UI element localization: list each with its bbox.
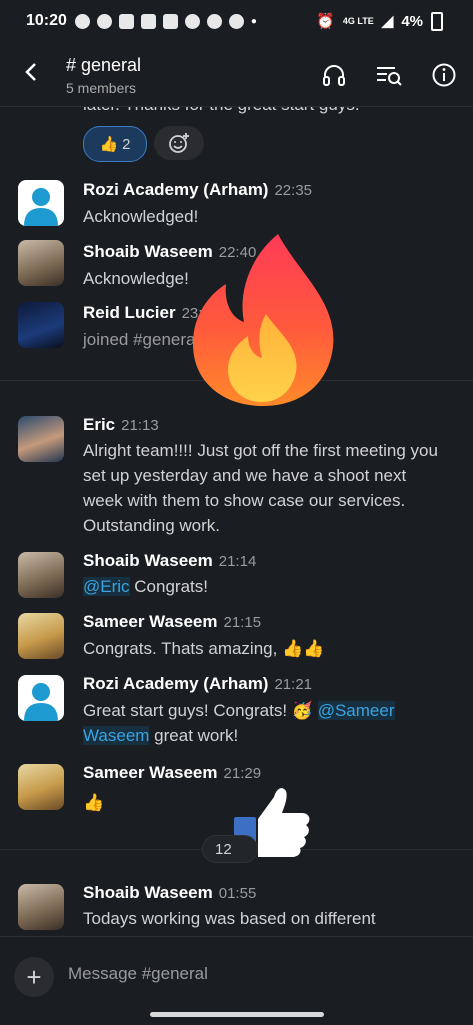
message-time: 21:29 [223, 765, 262, 782]
facebook-icon [206, 13, 222, 29]
avatar[interactable] [18, 302, 64, 348]
system-status: ⏰ 4G LTE ◢ 4% [316, 0, 443, 42]
add-reaction-icon [169, 133, 189, 153]
channel-title[interactable]: # general [66, 55, 141, 76]
message-time: 21:15 [223, 614, 262, 631]
notification-icons: ● [74, 13, 257, 29]
message-time: 01:55 [218, 885, 257, 902]
message-text-partial: later. Thanks for the great start guys. [83, 107, 443, 117]
sender-name[interactable]: Shoaib Waseem 01:55 [83, 883, 256, 903]
app-icon [228, 13, 244, 29]
message-input[interactable]: Message #general [68, 964, 208, 984]
message-text: Alright team!!!! Just got off the first … [83, 441, 438, 535]
battery-icon [431, 11, 443, 31]
message-time: 21:14 [218, 553, 257, 570]
avatar[interactable] [18, 552, 64, 598]
avatar[interactable] [18, 240, 64, 286]
messenger-icon [96, 13, 112, 29]
battery-label: 4% [401, 12, 423, 30]
message-text: Great start guys! Congrats! 🥳 @Sameer Wa… [83, 701, 395, 745]
reaction-count: 2 [122, 135, 131, 153]
signal-icon: ◢ [381, 13, 394, 30]
message-text: Congrats. Thats amazing, 👍👍 [83, 639, 325, 658]
status-bar: 10:20 ● ⏰ 4G LTE ◢ 4% [0, 0, 473, 42]
message-time: 21:13 [121, 417, 159, 434]
search-messages-icon[interactable] [375, 62, 402, 88]
thumbs-up-reaction[interactable]: 👍 2 [83, 126, 147, 162]
add-attachment-button[interactable]: + [14, 957, 54, 997]
more-dot-icon: ● [250, 15, 257, 27]
status-time: 10:20 [26, 12, 67, 29]
slack-icon [162, 13, 178, 29]
thumbs-up-icon: 👍 [99, 136, 119, 153]
avatar[interactable] [18, 180, 64, 226]
info-icon[interactable] [431, 62, 457, 88]
user-mention[interactable]: @Eric [83, 577, 130, 596]
message-time: 22:35 [274, 182, 313, 199]
sender-name[interactable]: Sameer Waseem 21:15 [83, 612, 261, 632]
avatar[interactable] [18, 416, 64, 462]
headphones-icon[interactable] [321, 62, 347, 88]
fire-sticker-icon [188, 232, 338, 413]
channel-header: # general 5 members [0, 42, 473, 107]
sender-name[interactable]: Sameer Waseem 21:29 [83, 763, 261, 783]
avatar[interactable] [18, 613, 64, 659]
whatsapp-icon [74, 13, 90, 29]
back-arrow-icon[interactable] [22, 60, 42, 84]
alarm-icon: ⏰ [316, 13, 335, 30]
member-count[interactable]: 5 members [66, 80, 136, 96]
slack-icon [118, 13, 134, 29]
unread-count-badge[interactable]: 12 [202, 835, 258, 863]
add-reaction-button[interactable] [154, 126, 204, 160]
network-label: 4G LTE [342, 15, 374, 26]
sender-name[interactable]: Eric 21:13 [83, 415, 159, 435]
message-text: Acknowledged! [83, 207, 199, 226]
slack-icon [140, 13, 156, 29]
home-indicator[interactable] [150, 1012, 324, 1017]
avatar[interactable] [18, 884, 64, 930]
avatar[interactable] [18, 675, 64, 721]
sender-name[interactable]: Rozi Academy (Arham) 22:35 [83, 180, 312, 200]
message-text: Todays working was based on different [83, 909, 376, 928]
message-text: @Eric Congrats! [83, 577, 208, 596]
sender-name[interactable]: Rozi Academy (Arham) 21:21 [83, 674, 312, 694]
message-time: 21:21 [274, 676, 313, 693]
chat-icon [184, 13, 200, 29]
avatar[interactable] [18, 764, 64, 810]
sender-name[interactable]: Shoaib Waseem 21:14 [83, 551, 256, 571]
